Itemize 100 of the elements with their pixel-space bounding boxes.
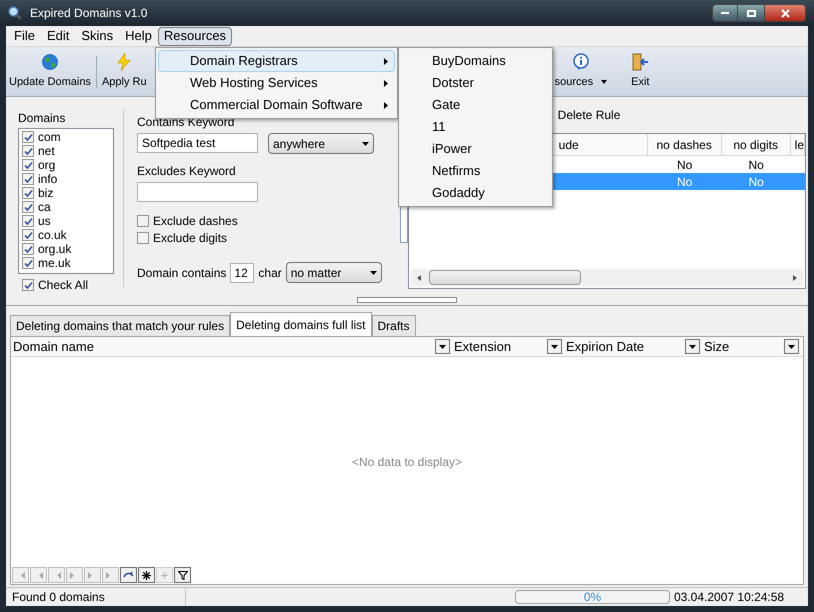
maximize-button[interactable] xyxy=(738,4,764,22)
domain-label: me.uk xyxy=(38,256,71,272)
domain-label: biz xyxy=(38,185,54,202)
menu-item[interactable]: Skins xyxy=(75,26,120,46)
menu-entry[interactable]: Domain Registrars xyxy=(158,50,395,72)
tab[interactable]: Deleting domains full list xyxy=(230,312,372,336)
status-message: Found 0 domains xyxy=(6,588,186,606)
empty-message: <No data to display> xyxy=(352,454,462,470)
checkbox[interactable] xyxy=(137,232,149,244)
check-all-label: Check All xyxy=(38,277,88,294)
toolbar-button[interactable]: Apply Ru xyxy=(98,50,150,94)
menu-item[interactable]: Resources xyxy=(158,26,232,46)
table-cell-text: No xyxy=(676,174,694,190)
checkbox[interactable] xyxy=(137,215,149,227)
toolbar-button[interactable]: Update Domains xyxy=(6,50,94,94)
table-cell-text: No xyxy=(748,157,765,173)
column-header[interactable]: le xyxy=(790,134,806,155)
table-cell-text: No xyxy=(676,157,694,173)
caret-icon xyxy=(601,80,608,84)
menu-entry[interactable]: Commercial Domain Software xyxy=(158,94,395,116)
asterisk-button[interactable] xyxy=(138,567,155,583)
menu-entry[interactable]: iPower xyxy=(399,138,552,160)
table-cell-text: No xyxy=(748,174,765,190)
menu-entry[interactable]: 11 xyxy=(399,116,552,138)
contains-keyword-label: Contains Keyword xyxy=(137,114,236,131)
menu-item[interactable]: Edit xyxy=(40,26,76,46)
scrollbar-thumb[interactable] xyxy=(428,270,581,285)
close-button[interactable] xyxy=(764,4,806,22)
menu-item[interactable]: Help xyxy=(119,26,158,46)
checkbox[interactable] xyxy=(22,229,34,241)
domain-contains-label: Domain contains xyxy=(137,264,226,282)
exclude-dashes-label: Exclude dashes xyxy=(153,213,238,230)
domain-label: co.uk xyxy=(38,227,67,244)
column-filter-button[interactable] xyxy=(435,339,450,354)
domain-label: info xyxy=(38,172,58,188)
checkbox[interactable] xyxy=(22,279,34,291)
toolbar-button[interactable]: Exit xyxy=(628,50,652,94)
globe-icon xyxy=(40,52,59,71)
menu-entry[interactable]: BuyDomains xyxy=(399,50,552,72)
info-icon xyxy=(572,52,590,71)
lightning-icon xyxy=(117,52,132,71)
refresh-icon xyxy=(123,571,134,579)
domain-label: ca xyxy=(38,199,51,216)
close-icon xyxy=(780,8,790,18)
checkbox[interactable] xyxy=(22,201,34,213)
menu-entry[interactable]: Web Hosting Services xyxy=(158,72,395,94)
column-header[interactable]: Expirion Date xyxy=(564,337,702,356)
checkbox[interactable] xyxy=(22,215,34,227)
column-filter-button[interactable] xyxy=(547,339,562,354)
menu-entry[interactable]: Dotster xyxy=(399,72,552,94)
position-dropdown[interactable]: anywhere xyxy=(268,133,374,154)
length-mode-dropdown[interactable]: no matter xyxy=(286,262,382,283)
column-header[interactable]: Domain name xyxy=(11,337,452,356)
exclude-digits-label: Exclude digits xyxy=(153,230,228,247)
submenu-arrow-icon xyxy=(384,80,388,86)
column-header[interactable]: no dashes xyxy=(648,134,722,155)
exit-door-icon xyxy=(631,52,650,71)
submenu-arrow-icon xyxy=(384,58,388,64)
column-header[interactable]: no digits xyxy=(722,134,791,155)
contains-keyword-field[interactable]: Softpedia test xyxy=(137,133,258,153)
progress-reading: 0% xyxy=(584,589,602,606)
splitter-handle[interactable] xyxy=(357,296,457,302)
minimize-icon xyxy=(721,12,729,14)
checkbox[interactable] xyxy=(22,173,34,185)
column-filter-button[interactable] xyxy=(784,339,799,354)
domain-label: net xyxy=(38,143,55,160)
tab[interactable]: Drafts xyxy=(372,315,416,336)
excludes-keyword-label: Excludes Keyword xyxy=(137,163,237,180)
tab[interactable]: Deleting domains that match your rules xyxy=(10,315,230,336)
checkbox[interactable] xyxy=(22,187,34,199)
minimize-button[interactable] xyxy=(712,4,738,22)
domain-label: us xyxy=(38,213,51,230)
filter-button[interactable] xyxy=(174,567,191,583)
refresh-button[interactable] xyxy=(120,567,137,583)
column-header[interactable]: Size xyxy=(702,337,801,356)
checkbox[interactable] xyxy=(22,145,34,157)
caret-icon xyxy=(788,344,795,348)
magnifier-icon xyxy=(8,6,22,20)
caret-icon xyxy=(370,270,377,274)
asterisk-icon xyxy=(142,570,151,580)
menu-item[interactable]: File xyxy=(8,26,41,46)
char-label: char xyxy=(258,264,282,282)
scroll-right-icon xyxy=(793,274,798,280)
column-header[interactable]: Extension xyxy=(452,337,564,356)
column-filter-button[interactable] xyxy=(685,339,700,354)
menu-entry[interactable]: Gate xyxy=(399,94,552,116)
checkbox[interactable] xyxy=(22,131,34,143)
submenu-arrow-icon xyxy=(384,102,388,108)
excludes-keyword-field[interactable] xyxy=(137,182,258,202)
window-title: Expired Domains v1.0 xyxy=(30,5,148,22)
delete-rule-button[interactable]: Delete Rule xyxy=(554,106,624,124)
length-field[interactable]: 12 xyxy=(230,262,254,282)
toolbar-button[interactable]: sources xyxy=(552,50,610,94)
domain-label: com xyxy=(38,129,61,146)
caret-icon xyxy=(689,344,696,348)
checkbox[interactable] xyxy=(22,243,34,255)
checkbox[interactable] xyxy=(22,257,34,269)
domains-label: Domains xyxy=(18,110,66,127)
caret-icon xyxy=(362,142,369,146)
checkbox[interactable] xyxy=(22,159,34,171)
